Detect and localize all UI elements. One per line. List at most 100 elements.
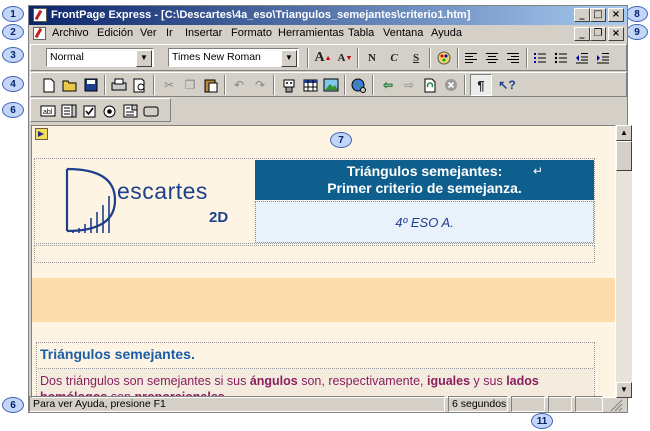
- close-button[interactable]: ×: [608, 8, 624, 22]
- text-color-icon[interactable]: [434, 48, 454, 68]
- numbered-list-icon[interactable]: [530, 48, 550, 68]
- menu-bar: Archivo Edición Ver Ir Insertar Formato …: [29, 26, 627, 42]
- scrolling-text-box-icon[interactable]: [59, 101, 79, 121]
- menu-insertar[interactable]: Insertar: [185, 27, 222, 39]
- menu-ventana[interactable]: Ventana: [383, 27, 423, 39]
- doc-minimize-button[interactable]: _: [574, 27, 590, 41]
- save-icon[interactable]: [81, 75, 101, 95]
- chevron-down-icon[interactable]: ▼: [136, 50, 152, 67]
- help-pointer-icon[interactable]: ↖?: [497, 75, 517, 95]
- undo-icon[interactable]: ↶: [229, 75, 249, 95]
- bullet-list-icon[interactable]: [551, 48, 571, 68]
- svg-text:abl: abl: [43, 109, 53, 116]
- toolbar-separator: [372, 75, 374, 95]
- vertical-scrollbar[interactable]: ▲ ▼: [616, 125, 632, 398]
- logo-text: escartes: [117, 178, 208, 204]
- radio-button-field-icon[interactable]: [99, 101, 119, 121]
- status-pane-empty-3: [575, 396, 603, 412]
- cut-icon[interactable]: ✂: [159, 75, 179, 95]
- menu-edicion[interactable]: Edición: [97, 27, 133, 39]
- status-help-text: Para ver Ayuda, presione F1: [29, 396, 445, 412]
- decrease-indent-icon[interactable]: [572, 48, 592, 68]
- resize-grip-icon[interactable]: [609, 398, 623, 412]
- refresh-icon[interactable]: [420, 75, 440, 95]
- status-pane-empty-2: [548, 396, 572, 412]
- bold-button[interactable]: N: [362, 48, 382, 68]
- toolbar-separator: [457, 48, 459, 68]
- callout-1: 1: [2, 6, 24, 22]
- decrease-font-icon[interactable]: A ▼: [335, 48, 355, 68]
- print-icon[interactable]: [109, 75, 129, 95]
- print-preview-icon[interactable]: [130, 75, 150, 95]
- form-handle-icon[interactable]: [35, 128, 48, 140]
- menu-ver[interactable]: Ver: [140, 27, 157, 39]
- style-dropdown[interactable]: Normal ▼: [46, 48, 154, 67]
- hyperlink-globe-icon[interactable]: [349, 75, 369, 95]
- section-title: Triángulos semejantes.: [40, 346, 195, 362]
- align-right-icon[interactable]: [503, 48, 523, 68]
- toolbar-separator: [357, 48, 359, 68]
- standard-toolbar: ✂ ❐ ↶ ↷ ⇦ ⇨ ¶ ↖?: [30, 72, 627, 97]
- doc-restore-button[interactable]: ❐: [590, 27, 606, 41]
- title-bar[interactable]: FrontPage Express - [C:\Descartes\4a_eso…: [29, 6, 627, 25]
- insert-table-icon[interactable]: [300, 75, 320, 95]
- webbot-icon[interactable]: [279, 75, 299, 95]
- menu-archivo[interactable]: Archivo: [52, 27, 89, 39]
- copy-icon[interactable]: ❐: [180, 75, 200, 95]
- callout-4: 4: [2, 76, 24, 92]
- text-box-field-icon[interactable]: abl: [38, 101, 58, 121]
- align-left-icon[interactable]: [461, 48, 481, 68]
- maximize-button[interactable]: □: [590, 8, 606, 22]
- toolbar-separator: [224, 75, 226, 95]
- toolbar-separator: [273, 75, 275, 95]
- push-button-field-icon[interactable]: [141, 101, 161, 121]
- menu-ir[interactable]: Ir: [166, 27, 173, 39]
- scroll-thumb[interactable]: [616, 141, 632, 171]
- increase-font-icon[interactable]: A ▲: [313, 48, 333, 68]
- toolbar-separator: [153, 75, 155, 95]
- font-value: Times New Roman: [172, 51, 261, 63]
- italic-button[interactable]: C: [384, 48, 404, 68]
- status-time: 6 segundos: [448, 396, 508, 412]
- chevron-down-icon[interactable]: ▼: [281, 50, 297, 67]
- status-pane-empty-1: [511, 396, 545, 412]
- menu-formato[interactable]: Formato: [231, 27, 272, 39]
- editor-area[interactable]: escartes 2D Triángulos semejantes: Prime…: [31, 125, 616, 398]
- scroll-up-button[interactable]: ▲: [616, 125, 632, 141]
- forward-arrow-icon[interactable]: ⇨: [399, 75, 419, 95]
- menu-tabla[interactable]: Tabla: [348, 27, 374, 39]
- increase-indent-icon[interactable]: [593, 48, 613, 68]
- doc-close-button[interactable]: ×: [608, 27, 624, 41]
- spacer-table: [34, 245, 595, 263]
- minimize-button[interactable]: _: [574, 8, 590, 22]
- frontpage-app-icon[interactable]: [33, 8, 47, 22]
- menu-ayuda[interactable]: Ayuda: [431, 27, 462, 39]
- redo-icon[interactable]: ↷: [250, 75, 270, 95]
- align-center-icon[interactable]: [482, 48, 502, 68]
- stop-icon[interactable]: [441, 75, 461, 95]
- callout-8: 8: [626, 6, 648, 22]
- style-value: Normal: [50, 51, 84, 63]
- menu-herramientas[interactable]: Herramientas: [278, 27, 344, 39]
- toolbar-separator: [526, 48, 528, 68]
- paste-icon[interactable]: [201, 75, 221, 95]
- callout-3: 3: [2, 47, 24, 63]
- body-part: son, respectivamente,: [297, 374, 427, 388]
- show-paragraph-marks-button[interactable]: ¶: [470, 74, 492, 96]
- drop-down-menu-field-icon[interactable]: [120, 101, 140, 121]
- callout-7: 7: [330, 132, 352, 148]
- format-toolbar: Normal ▼ Times New Roman ▼ A ▲ A ▼ N C S: [30, 44, 627, 71]
- open-folder-icon[interactable]: [60, 75, 80, 95]
- back-arrow-icon[interactable]: ⇦: [378, 75, 398, 95]
- content-table: Triángulos semejantes. Dos triángulos so…: [36, 342, 595, 397]
- callout-11: 11: [531, 413, 553, 429]
- insert-image-icon[interactable]: [321, 75, 341, 95]
- window-title: FrontPage Express - [C:\Descartes\4a_eso…: [51, 9, 471, 21]
- underline-button[interactable]: S: [406, 48, 426, 68]
- font-dropdown[interactable]: Times New Roman ▼: [168, 48, 299, 67]
- header-title-line2: Primer criterio de semejanza.: [327, 180, 522, 196]
- document-icon[interactable]: [33, 27, 46, 40]
- new-file-icon[interactable]: [39, 75, 59, 95]
- decorative-band: [32, 278, 615, 322]
- checkbox-field-icon[interactable]: [79, 101, 99, 121]
